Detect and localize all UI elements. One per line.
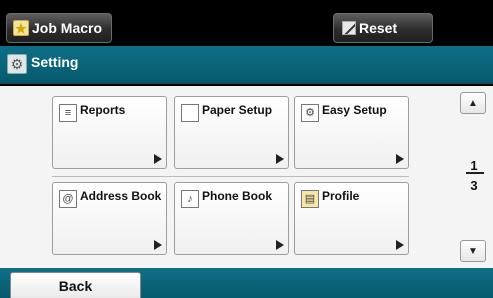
address-book-label: Address Book <box>80 189 162 203</box>
report-icon: ≡ <box>59 104 77 122</box>
arrow-right-icon <box>396 154 404 164</box>
reset-button[interactable]: Reset <box>333 13 433 43</box>
reports-label: Reports <box>80 103 126 117</box>
reports-button[interactable]: ≡ Reports <box>52 96 167 169</box>
total-pages: 3 <box>470 178 478 193</box>
paper-setup-label: Paper Setup <box>202 103 273 117</box>
back-button[interactable]: Back <box>10 272 141 298</box>
phone-book-label: Phone Book <box>202 189 273 203</box>
menu-panel: ≡ Reports Paper Setup ⚙ Easy Setup @ Add… <box>0 86 493 268</box>
page-header: ⚙ Setting <box>0 46 493 84</box>
scroll-down-button[interactable]: ▼ <box>460 240 486 262</box>
row-divider <box>52 176 409 177</box>
page-separator <box>466 172 484 174</box>
arrow-right-icon <box>154 240 162 250</box>
profile-button[interactable]: ▤ Profile <box>294 182 409 255</box>
bottom-bar: Back <box>0 268 493 298</box>
scroll-up-button[interactable]: ▲ <box>460 92 486 114</box>
page-title: Setting <box>31 54 79 70</box>
easy-setup-button[interactable]: ⚙ Easy Setup <box>294 96 409 169</box>
current-page: 1 <box>470 158 478 173</box>
paper-icon <box>181 104 199 122</box>
job-macro-label: Job Macro <box>32 20 103 36</box>
easy-setup-icon: ⚙ <box>301 104 319 122</box>
phone-book-icon: ♪ <box>181 190 199 208</box>
arrow-right-icon <box>396 240 404 250</box>
triangle-up-icon: ▲ <box>468 97 478 109</box>
arrow-right-icon <box>276 240 284 250</box>
arrow-right-icon <box>154 154 162 164</box>
reset-label: Reset <box>359 20 398 36</box>
profile-label: Profile <box>322 189 360 203</box>
star-icon: ★ <box>13 20 29 36</box>
top-bar: ★ Job Macro Reset <box>0 0 493 46</box>
paper-setup-button[interactable]: Paper Setup <box>174 96 289 169</box>
job-macro-button[interactable]: ★ Job Macro <box>6 13 112 43</box>
phone-book-button[interactable]: ♪ Phone Book <box>174 182 289 255</box>
reset-icon <box>342 21 356 35</box>
triangle-down-icon: ▼ <box>468 245 478 257</box>
address-book-button[interactable]: @ Address Book <box>52 182 167 255</box>
gear-icon: ⚙ <box>7 54 27 74</box>
address-book-icon: @ <box>59 190 77 208</box>
easy-setup-label: Easy Setup <box>322 103 387 117</box>
arrow-right-icon <box>276 154 284 164</box>
profile-icon: ▤ <box>301 190 319 208</box>
